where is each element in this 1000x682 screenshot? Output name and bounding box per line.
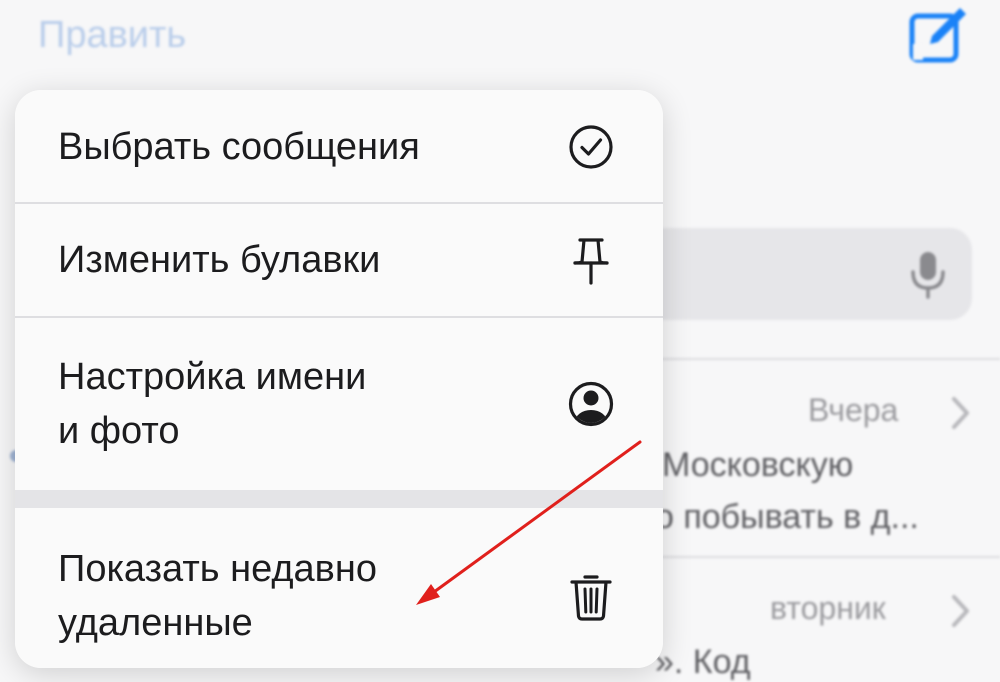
menu-item-show-recently-deleted[interactable]: Показать недавно удаленные — [15, 508, 663, 668]
menu-item-label: Выбрать сообщения — [58, 126, 420, 168]
edit-button[interactable]: Править — [38, 14, 186, 57]
menu-item-label: Показать недавно удаленные — [58, 548, 377, 644]
pin-icon — [573, 238, 609, 285]
list-divider — [640, 358, 1000, 360]
conversation-preview: ». Код — [655, 643, 751, 681]
conversation-preview: о побывать в д... — [655, 498, 919, 536]
conversation-date: вторник — [770, 590, 886, 626]
chevron-right-icon — [952, 397, 969, 429]
menu-item-name-and-photo[interactable]: Настройка имени и фото — [15, 318, 663, 490]
checkmark-circle-icon — [569, 125, 613, 169]
compose-icon[interactable] — [906, 4, 970, 66]
menu-item-select-messages[interactable]: Выбрать сообщения — [15, 90, 663, 202]
menu-item-label: Изменить булавки — [58, 239, 381, 281]
menu-item-edit-pins[interactable]: Изменить булавки — [15, 204, 663, 316]
menu-item-label: Настройка имени и фото — [58, 356, 367, 452]
person-circle-icon — [568, 381, 614, 427]
chevron-right-icon — [952, 595, 969, 627]
messages-screen: Править Вчера Московскую о побывать в д.… — [0, 0, 1000, 682]
list-divider — [640, 556, 1000, 558]
trash-icon — [570, 575, 612, 621]
edit-context-menu: Выбрать сообщения Изменить булавки Настр… — [15, 90, 663, 668]
microphone-icon[interactable] — [908, 250, 948, 300]
conversation-preview: Московскую — [662, 446, 854, 484]
conversation-date: Вчера — [808, 392, 899, 428]
menu-group-separator — [15, 490, 663, 508]
